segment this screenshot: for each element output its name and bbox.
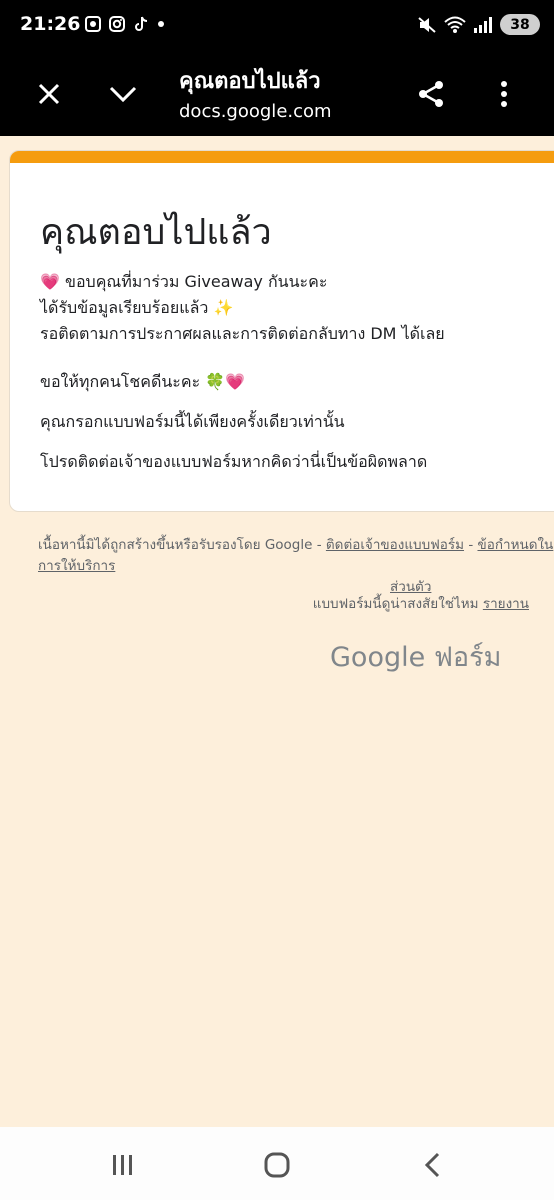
battery-level: 38	[510, 16, 530, 33]
message-line: 💗 ขอบคุณที่มาร่วม Giveaway กันนะคะ	[40, 272, 328, 291]
mute-icon	[418, 16, 436, 33]
confirmation-title: คุณตอบไปแล้ว	[40, 212, 272, 253]
card-accent-bar	[10, 151, 554, 163]
single-response-note: คุณกรอกแบบฟอร์มนี้ได้เพียงครั้งเดียวเท่า…	[40, 412, 345, 431]
status-bar: 21:26 38	[0, 0, 554, 50]
back-button[interactable]	[413, 1145, 453, 1185]
report-section: แบบฟอร์มนี้ดูน่าสงสัยใช่ไหม รายงาน	[313, 592, 529, 614]
home-icon	[264, 1152, 290, 1178]
more-options-button[interactable]	[482, 72, 526, 116]
message-line: รอติดตามการประกาศผลและการติดต่อกลับทาง D…	[40, 324, 445, 343]
page-title: คุณตอบไปแล้ว	[179, 69, 321, 94]
contact-owner-note: โปรดติดต่อเจ้าของแบบฟอร์มหากคิดว่านี่เป็…	[40, 452, 428, 471]
report-link[interactable]: รายงาน	[483, 596, 529, 612]
wifi-icon	[444, 16, 466, 33]
message-line: ได้รับข้อมูลเรียบร้อยแล้ว ✨	[40, 298, 234, 317]
logo-google-text: Google	[330, 642, 426, 673]
contact-owner-link[interactable]: ติดต่อเจ้าของแบบฟอร์ม	[326, 537, 464, 553]
confirmation-card: คุณตอบไปแล้ว 💗 ขอบคุณที่มาร่วม Giveaway …	[9, 150, 554, 512]
disclaimer-text: เนื้อหานี้มิได้ถูกสร้างขึ้นหรือรับรองโดย…	[38, 537, 322, 553]
logo-forms-text: ฟอร์ม	[433, 642, 502, 673]
google-forms-logo[interactable]: Google ฟอร์ม	[330, 635, 501, 678]
home-button[interactable]	[257, 1145, 297, 1185]
status-time: 21:26	[20, 13, 81, 35]
footer-disclaimer: เนื้อหานี้มิได้ถูกสร้างขึ้นหรือรับรองโดย…	[38, 535, 554, 598]
recents-button[interactable]	[103, 1145, 143, 1185]
share-button[interactable]	[409, 72, 453, 116]
confirmation-message: 💗 ขอบคุณที่มาร่วม Giveaway กันนะคะ ได้รั…	[40, 269, 445, 475]
close-icon	[38, 83, 60, 105]
suspicious-text: แบบฟอร์มนี้ดูน่าสงสัยใช่ไหม	[312, 596, 479, 612]
page-url: docs.google.com	[179, 101, 332, 122]
luck-message: ขอให้ทุกคนโชคดีนะคะ 🍀💗	[40, 372, 246, 391]
notification-icons	[84, 15, 166, 33]
chevron-down-icon	[109, 86, 137, 103]
tiktok-icon	[135, 16, 148, 31]
share-icon	[419, 81, 443, 107]
system-icons: 38	[417, 14, 540, 35]
minimize-button[interactable]	[101, 72, 145, 116]
screenshot-icon	[85, 16, 101, 32]
close-button[interactable]	[27, 72, 71, 116]
instagram-icon	[109, 16, 125, 32]
signal-icon	[474, 16, 492, 33]
more-vert-icon	[501, 81, 507, 107]
recents-icon	[113, 1155, 132, 1175]
separator: -	[468, 537, 474, 553]
browser-app-bar: คุณตอบไปแล้ว docs.google.com	[0, 50, 554, 136]
system-nav-bar	[0, 1127, 554, 1200]
battery-indicator: 38	[500, 14, 540, 35]
dot-icon	[158, 21, 164, 27]
back-icon	[424, 1152, 440, 1178]
